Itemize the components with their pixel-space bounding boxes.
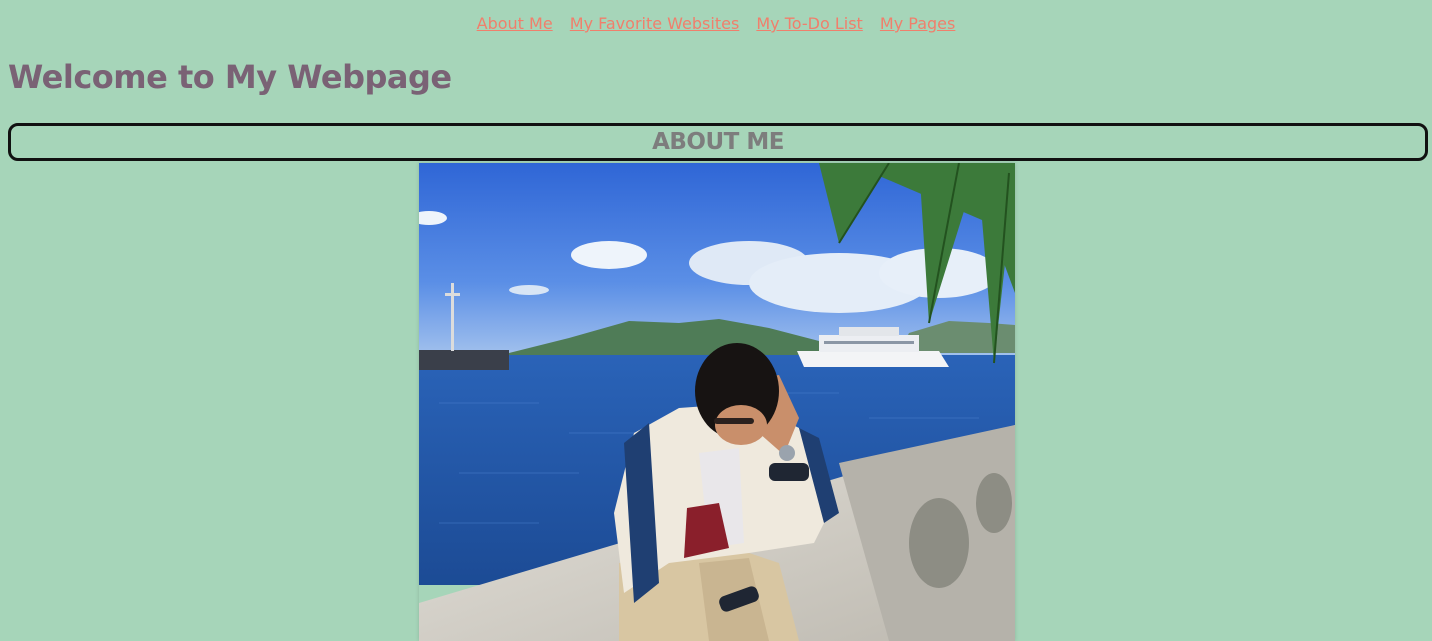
webpage: About Me My Favorite Websites My To-Do L…	[0, 0, 1432, 641]
profile-photo	[419, 163, 1015, 641]
nav-link-my-pages[interactable]: My Pages	[880, 14, 955, 33]
top-navigation: About Me My Favorite Websites My To-Do L…	[0, 14, 1432, 33]
nav-link-about-me[interactable]: About Me	[477, 14, 553, 33]
nav-link-favorite-websites[interactable]: My Favorite Websites	[570, 14, 740, 33]
nav-link-todo-list[interactable]: My To-Do List	[756, 14, 862, 33]
profile-photo-illustration	[419, 163, 1015, 641]
page-title: Welcome to My Webpage	[8, 58, 452, 96]
about-me-section-header: ABOUT ME	[8, 123, 1428, 161]
section-title: ABOUT ME	[652, 129, 784, 155]
